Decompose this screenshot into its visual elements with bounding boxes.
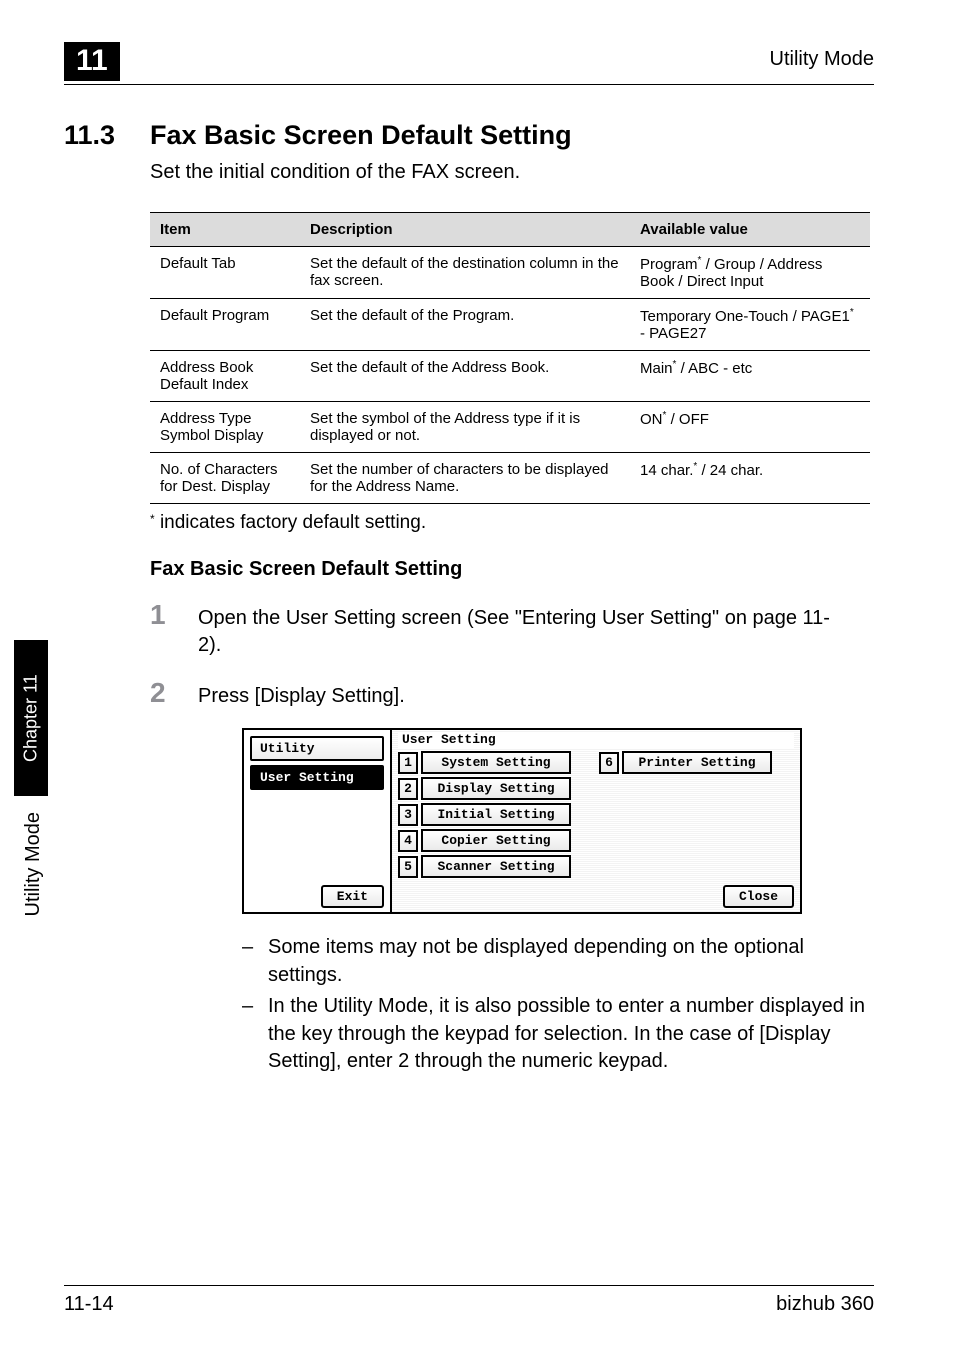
menu-number: 4: [398, 830, 418, 852]
menu-number: 1: [398, 752, 418, 774]
settings-table: Item Description Available value Default…: [150, 212, 870, 504]
menu-number: 5: [398, 856, 418, 878]
menu-item[interactable]: 3 Initial Setting: [398, 803, 571, 826]
close-button[interactable]: Close: [723, 885, 794, 908]
step-text: Press [Display Setting].: [198, 679, 405, 710]
table-row: Default Tab Set the default of the desti…: [150, 247, 870, 299]
cell-desc: Set the number of characters to be displ…: [300, 453, 630, 504]
menu-item[interactable]: 6 Printer Setting: [599, 751, 772, 774]
side-section-label: Utility Mode: [22, 812, 45, 916]
dash-icon: –: [242, 993, 268, 1076]
cell-avail: Program* / Group / Address Book / Direct…: [630, 247, 870, 299]
menu-item[interactable]: 4 Copier Setting: [398, 829, 571, 852]
table-row: No. of Characters for Dest. Display Set …: [150, 453, 870, 504]
user-setting-tab[interactable]: User Setting: [250, 765, 384, 790]
menu-button-printer-setting[interactable]: Printer Setting: [622, 751, 772, 774]
step: 2 Press [Display Setting].: [150, 677, 874, 710]
exit-button[interactable]: Exit: [321, 885, 384, 908]
note-text: Some items may not be displayed dependin…: [268, 934, 874, 989]
list-item: – In the Utility Mode, it is also possib…: [242, 993, 874, 1076]
cell-item: Default Program: [150, 299, 300, 351]
header-rule: [64, 84, 874, 85]
menu-item[interactable]: 1 System Setting: [398, 751, 571, 774]
cell-avail: ON* / OFF: [630, 402, 870, 453]
cell-desc: Set the default of the destination colum…: [300, 247, 630, 299]
chapter-badge: 11: [64, 42, 120, 81]
table-row: Default Program Set the default of the P…: [150, 299, 870, 351]
step: 1 Open the User Setting screen (See "Ent…: [150, 599, 874, 659]
cell-desc: Set the default of the Address Book.: [300, 351, 630, 402]
list-item: – Some items may not be displayed depend…: [242, 934, 874, 989]
cell-item: Address Type Symbol Display: [150, 402, 300, 453]
th-item: Item: [150, 213, 300, 247]
cell-item: No. of Characters for Dest. Display: [150, 453, 300, 504]
product-name: bizhub 360: [776, 1293, 874, 1316]
menu-button-scanner-setting[interactable]: Scanner Setting: [421, 855, 571, 878]
section-intro: Set the initial condition of the FAX scr…: [150, 161, 874, 184]
cell-desc: Set the default of the Program.: [300, 299, 630, 351]
cell-avail: 14 char.* / 24 char.: [630, 453, 870, 504]
page-number: 11-14: [64, 1293, 114, 1316]
menu-button-display-setting[interactable]: Display Setting: [421, 777, 571, 800]
cell-avail: Temporary One-Touch / PAGE1* - PAGE27: [630, 299, 870, 351]
cell-item: Default Tab: [150, 247, 300, 299]
screen-title: User Setting: [398, 732, 794, 749]
menu-button-initial-setting[interactable]: Initial Setting: [421, 803, 571, 826]
device-screen: Utility User Setting Exit User Setting 1…: [242, 728, 802, 914]
subsection-heading: Fax Basic Screen Default Setting: [150, 558, 874, 581]
menu-button-system-setting[interactable]: System Setting: [421, 751, 571, 774]
step-number: 1: [150, 599, 198, 631]
menu-item[interactable]: 5 Scanner Setting: [398, 855, 571, 878]
th-description: Description: [300, 213, 630, 247]
menu-item[interactable]: 2 Display Setting: [398, 777, 571, 800]
step-number: 2: [150, 677, 198, 709]
utility-tab[interactable]: Utility: [250, 736, 384, 761]
step-text: Open the User Setting screen (See "Enter…: [198, 601, 838, 659]
menu-button-copier-setting[interactable]: Copier Setting: [421, 829, 571, 852]
note-text: In the Utility Mode, it is also possible…: [268, 993, 874, 1076]
menu-number: 6: [599, 752, 619, 774]
cell-desc: Set the symbol of the Address type if it…: [300, 402, 630, 453]
section-title: Fax Basic Screen Default Setting: [150, 120, 572, 151]
menu-number: 3: [398, 804, 418, 826]
cell-item: Address Book Default Index: [150, 351, 300, 402]
footer-rule: [64, 1285, 874, 1286]
side-chapter-tab: Chapter 11: [14, 640, 48, 796]
table-row: Address Book Default Index Set the defau…: [150, 351, 870, 402]
menu-number: 2: [398, 778, 418, 800]
section-number: 11.3: [64, 120, 150, 151]
notes-list: – Some items may not be displayed depend…: [242, 934, 874, 1076]
running-title: Utility Mode: [770, 48, 874, 71]
footnote: * indicates factory default setting.: [150, 512, 874, 534]
dash-icon: –: [242, 934, 268, 989]
th-available: Available value: [630, 213, 870, 247]
table-row: Address Type Symbol Display Set the symb…: [150, 402, 870, 453]
cell-avail: Main* / ABC - etc: [630, 351, 870, 402]
